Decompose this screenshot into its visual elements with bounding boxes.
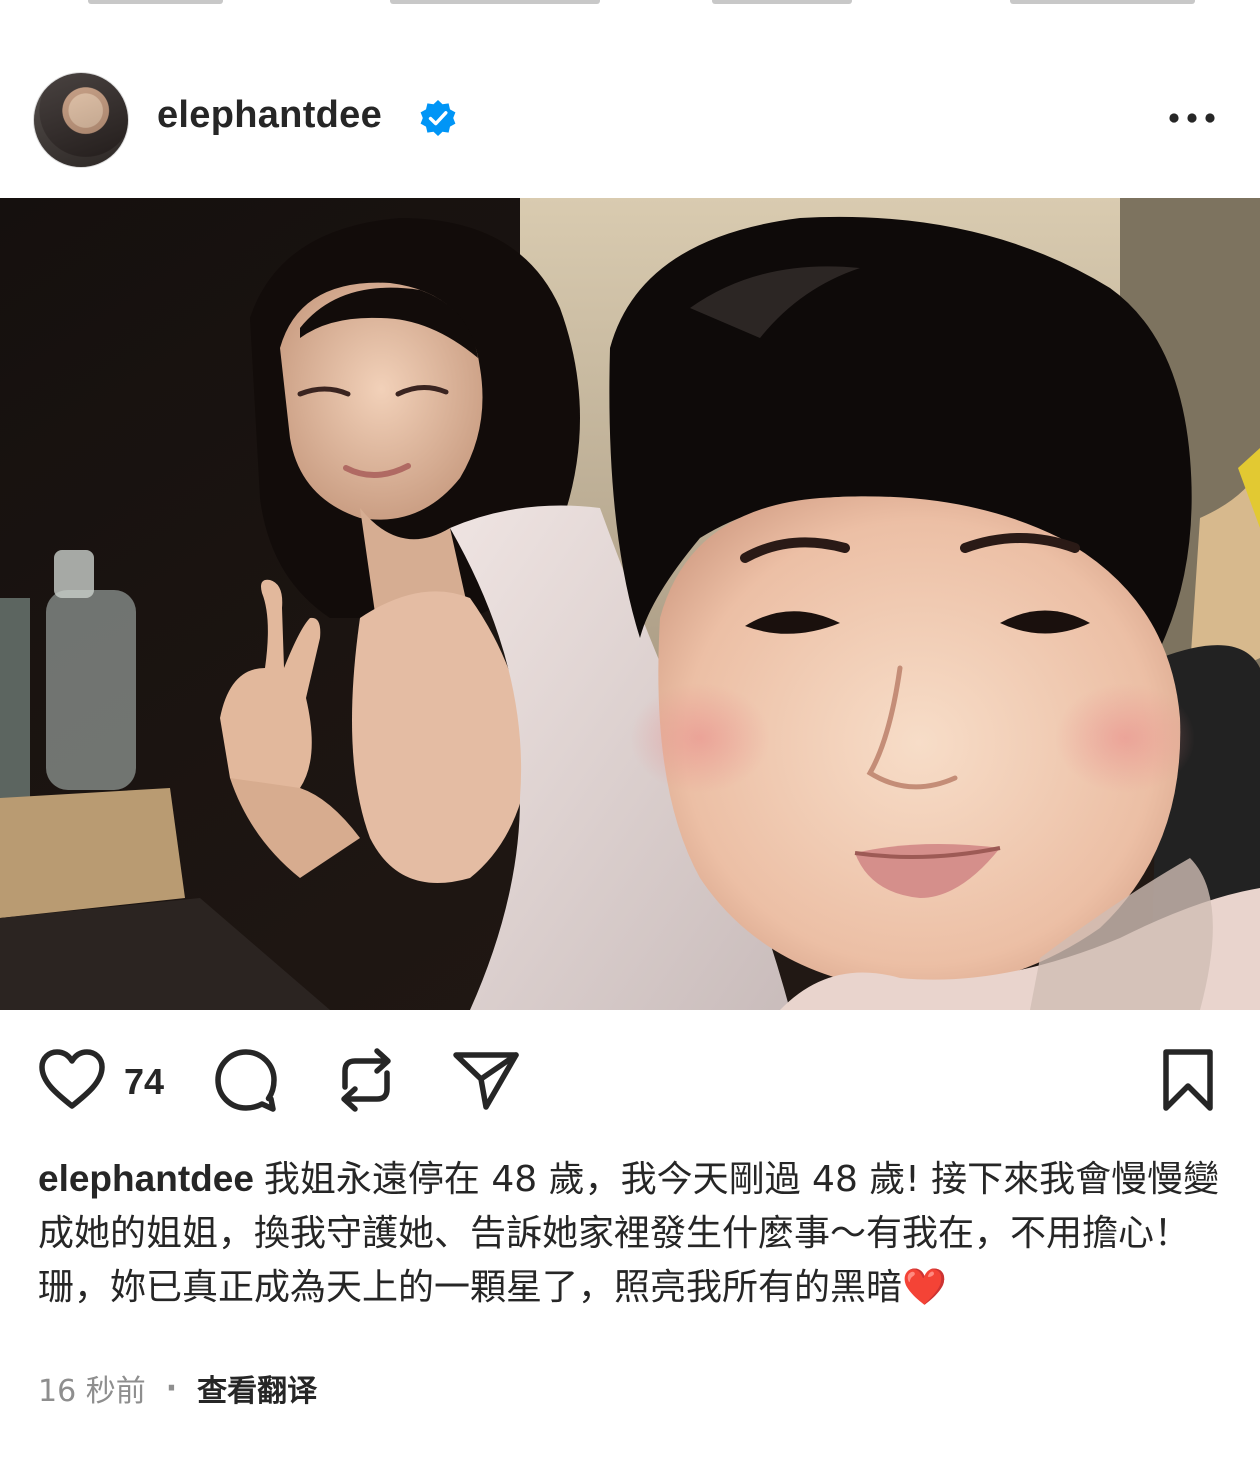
heart-emoji: ❤️ bbox=[902, 1267, 947, 1308]
avatar[interactable] bbox=[33, 72, 129, 168]
more-horizontal-icon bbox=[1169, 113, 1215, 123]
heart-icon bbox=[39, 1049, 105, 1109]
send-icon bbox=[453, 1052, 519, 1110]
like-count[interactable]: 74 bbox=[124, 1061, 164, 1103]
post-username[interactable]: elephantdee bbox=[157, 94, 382, 137]
more-options-button[interactable] bbox=[1164, 100, 1220, 136]
post-header: elephantdee bbox=[0, 60, 1260, 180]
repost-icon bbox=[341, 1048, 391, 1112]
post-timestamp: 16 秒前 bbox=[38, 1374, 146, 1409]
post-photo[interactable] bbox=[0, 198, 1260, 1010]
bookmark-icon bbox=[1163, 1049, 1213, 1111]
post-meta: 16 秒前 · 查看翻译 bbox=[38, 1366, 317, 1410]
post-action-bar: 74 bbox=[0, 1040, 1260, 1130]
save-button[interactable] bbox=[1148, 1040, 1228, 1120]
verified-badge-icon bbox=[420, 100, 456, 136]
post-caption: elephantdee 我姐永遠停在 48 歲，我今天剛過 48 歲! 接下來我會… bbox=[38, 1152, 1223, 1315]
see-translation-link[interactable]: 查看翻译 bbox=[197, 1366, 317, 1410]
comment-button[interactable] bbox=[206, 1040, 286, 1120]
repost-button[interactable] bbox=[326, 1040, 406, 1120]
share-button[interactable] bbox=[446, 1040, 526, 1120]
meta-separator: · bbox=[165, 1370, 178, 1406]
caption-username[interactable]: elephantdee bbox=[38, 1158, 254, 1199]
cropped-top-tabs bbox=[0, 0, 1260, 14]
like-button[interactable] bbox=[32, 1040, 112, 1120]
comment-icon bbox=[215, 1049, 277, 1112]
